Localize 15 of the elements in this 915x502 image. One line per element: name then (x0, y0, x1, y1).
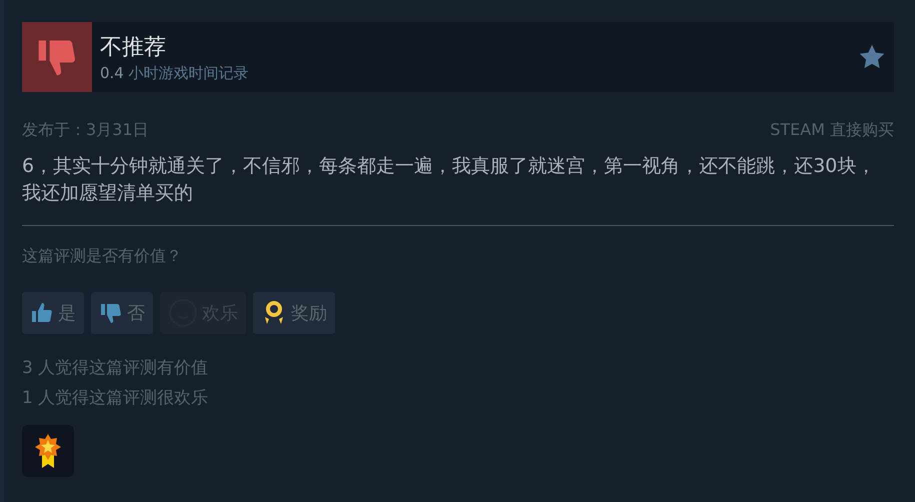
playtime-text: 0.4 小时游戏时间记录 (100, 64, 250, 82)
vote-count-text: 3 人觉得这篇评测有价值 (22, 357, 210, 380)
award-vote-button[interactable]: 奖励 (253, 292, 335, 334)
thumbs-up-icon (30, 301, 54, 325)
up-vote-button[interactable]: 是 (22, 292, 84, 334)
helpful-prompt: 这篇评测是否有价值？ (22, 246, 183, 267)
star-icon[interactable] (858, 43, 886, 71)
purchase-source: STEAM 直接购买 (770, 120, 894, 141)
review-text: 6，其实十分钟就通关了，不信邪，每条都走一遍，我真服了就迷宫，第一视角，还不能跳，还30块，我还加愿望清单买的 (22, 153, 894, 226)
vote-count-text: 1 人觉得这篇评测很欢乐 (22, 387, 210, 410)
thumbs-down-icon (99, 301, 123, 325)
posted-date: 发布于：3月31日 (22, 120, 149, 141)
verdict-title: 不推荐 (100, 34, 167, 62)
down-vote-button[interactable]: 否 (91, 292, 153, 334)
medal-icon (34, 433, 62, 469)
